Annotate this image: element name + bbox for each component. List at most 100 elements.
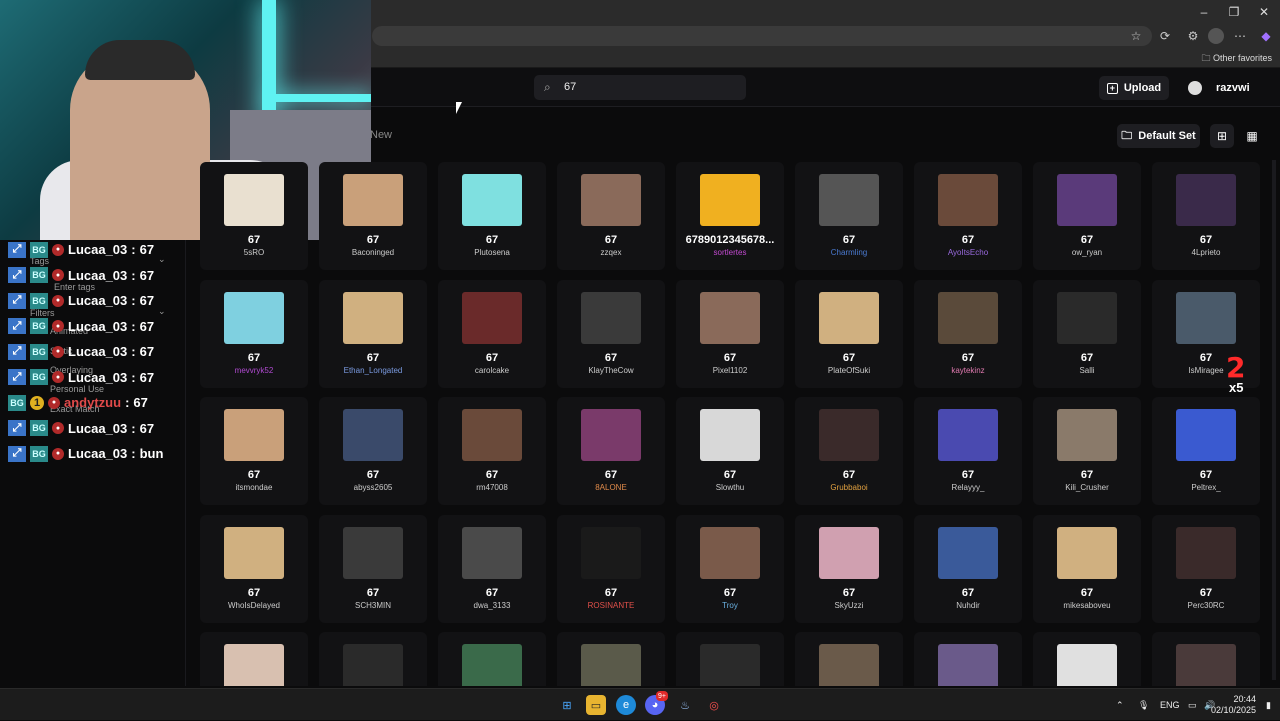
- emote-author[interactable]: Troy: [676, 601, 784, 610]
- emote-author[interactable]: abyss2605: [319, 483, 427, 492]
- tray-chevron-icon[interactable]: ⌃: [1116, 689, 1124, 721]
- emote-card[interactable]: 67 ow_ryan: [1033, 162, 1141, 270]
- emote-card[interactable]: 67 Ethan_Longated: [319, 279, 427, 388]
- emote-card[interactable]: 6789012345678... sortlertes: [676, 162, 784, 270]
- clock[interactable]: 20:44 02/10/2025: [1211, 694, 1256, 716]
- emote-author[interactable]: Grubbaboi: [795, 483, 903, 492]
- emote-card[interactable]: [795, 632, 903, 686]
- emote-card[interactable]: 67 kaytekinz: [914, 279, 1022, 388]
- copilot-icon[interactable]: ◆: [1258, 28, 1274, 44]
- emote-card[interactable]: 67 abyss2605: [319, 397, 427, 505]
- emote-author[interactable]: zzqex: [557, 248, 665, 257]
- microphone-icon[interactable]: 🎙: [1138, 689, 1149, 721]
- grid-view-button[interactable]: ⊞: [1210, 124, 1234, 148]
- steam-icon[interactable]: ♨: [675, 695, 695, 715]
- emote-author[interactable]: Slowthu: [676, 483, 784, 492]
- emote-card[interactable]: [1152, 632, 1260, 686]
- emote-author[interactable]: mikesaboveu: [1033, 601, 1141, 610]
- emote-author[interactable]: Plutosena: [438, 248, 546, 257]
- emote-author[interactable]: Relayyy_: [914, 483, 1022, 492]
- emote-card[interactable]: 67 Relayyy_: [914, 397, 1022, 505]
- emote-author[interactable]: 4Lprieto: [1152, 248, 1260, 257]
- emote-card[interactable]: 67 mikesaboveu: [1033, 514, 1141, 623]
- search-input[interactable]: ⌕ 67: [534, 75, 746, 100]
- emote-card[interactable]: [438, 632, 546, 686]
- url-field[interactable]: [372, 26, 1152, 46]
- emote-card[interactable]: 67 mevvryk52: [200, 279, 308, 388]
- emote-author[interactable]: mevvryk52: [200, 366, 308, 375]
- emote-card[interactable]: 67 Perc30RC: [1152, 514, 1260, 623]
- emote-card[interactable]: 67 Peltrex_: [1152, 397, 1260, 505]
- emote-author[interactable]: PlateOfSuki: [795, 366, 903, 375]
- emote-card[interactable]: 67 WhoIsDelayed: [200, 514, 308, 623]
- emote-card[interactable]: [914, 632, 1022, 686]
- emote-author[interactable]: kaytekinz: [914, 366, 1022, 375]
- emote-author[interactable]: dwa_3133: [438, 601, 546, 610]
- emote-card[interactable]: 67 4Lprieto: [1152, 162, 1260, 270]
- emote-card[interactable]: 67 dwa_3133: [438, 514, 546, 623]
- restore-button[interactable]: ❐: [1218, 0, 1250, 24]
- scrollbar[interactable]: [1272, 160, 1276, 680]
- default-set-button[interactable]: 🗀 Default Set: [1117, 124, 1200, 148]
- dense-grid-view-button[interactable]: ▦: [1240, 124, 1264, 148]
- emote-author[interactable]: Kili_Crusher: [1033, 483, 1141, 492]
- emote-card[interactable]: 67 Plutosena: [438, 162, 546, 270]
- edge-icon[interactable]: e: [616, 695, 636, 715]
- emote-card[interactable]: 67 KlayTheCow: [557, 279, 665, 388]
- emote-card[interactable]: [319, 632, 427, 686]
- refresh-icon[interactable]: ⟳: [1157, 28, 1173, 44]
- emote-card[interactable]: 67 itsmondae: [200, 397, 308, 505]
- emote-author[interactable]: KlayTheCow: [557, 366, 665, 375]
- emote-card[interactable]: 67 carolcake: [438, 279, 546, 388]
- emote-author[interactable]: Nuhdir: [914, 601, 1022, 610]
- emote-card[interactable]: 67 SCH3MIN: [319, 514, 427, 623]
- extensions-icon[interactable]: ⚙: [1185, 28, 1201, 44]
- favorite-star-icon[interactable]: ☆: [1128, 28, 1144, 44]
- emote-author[interactable]: SkyUzzi: [795, 601, 903, 610]
- emote-card[interactable]: 67 AyoItsEcho: [914, 162, 1022, 270]
- emote-author[interactable]: sortlertes: [676, 248, 784, 257]
- emote-card[interactable]: [676, 632, 784, 686]
- app-icon[interactable]: ◎: [704, 695, 724, 715]
- emote-author[interactable]: AyoItsEcho: [914, 248, 1022, 257]
- emote-author[interactable]: SCH3MIN: [319, 601, 427, 610]
- emote-card[interactable]: 67 zzqex: [557, 162, 665, 270]
- emote-card[interactable]: 67 PlateOfSuki: [795, 279, 903, 388]
- start-icon[interactable]: ⊞: [557, 695, 577, 715]
- emote-card[interactable]: 67 ROSINANTE: [557, 514, 665, 623]
- profile-icon[interactable]: [1208, 28, 1224, 44]
- emote-author[interactable]: carolcake: [438, 366, 546, 375]
- emote-card[interactable]: 67 SkyUzzi: [795, 514, 903, 623]
- emote-author[interactable]: Charmling: [795, 248, 903, 257]
- other-favorites-folder[interactable]: 🗀 Other favorites: [1201, 51, 1272, 67]
- emote-card[interactable]: 67 Slowthu: [676, 397, 784, 505]
- emote-author[interactable]: ow_ryan: [1033, 248, 1141, 257]
- emote-author[interactable]: Ethan_Longated: [319, 366, 427, 375]
- close-button[interactable]: ✕: [1248, 0, 1280, 24]
- upload-button[interactable]: + Upload: [1099, 76, 1169, 100]
- more-menu-icon[interactable]: ⋯: [1232, 28, 1248, 44]
- emote-card[interactable]: 67 Troy: [676, 514, 784, 623]
- user-menu[interactable]: razvwi: [1188, 76, 1250, 100]
- emote-card[interactable]: [557, 632, 665, 686]
- emote-author[interactable]: rm47008: [438, 483, 546, 492]
- emote-card[interactable]: 67 Kili_Crusher: [1033, 397, 1141, 505]
- emote-card[interactable]: 67 Charmling: [795, 162, 903, 270]
- emote-card[interactable]: 67 Salli: [1033, 279, 1141, 388]
- minimize-button[interactable]: –: [1188, 0, 1220, 24]
- emote-author[interactable]: Pixel1102: [676, 366, 784, 375]
- emote-card[interactable]: 67 Baconinged: [319, 162, 427, 270]
- emote-card[interactable]: 67 8ALONE: [557, 397, 665, 505]
- emote-card[interactable]: 67 Grubbaboi: [795, 397, 903, 505]
- emote-author[interactable]: Peltrex_: [1152, 483, 1260, 492]
- emote-author[interactable]: Baconinged: [319, 248, 427, 257]
- emote-author[interactable]: Salli: [1033, 366, 1141, 375]
- notifications-icon[interactable]: ▮: [1266, 689, 1271, 721]
- emote-card[interactable]: 67 rm47008: [438, 397, 546, 505]
- emote-author[interactable]: 5sRO: [200, 248, 308, 257]
- emote-author[interactable]: itsmondae: [200, 483, 308, 492]
- emote-card[interactable]: 67 Nuhdir: [914, 514, 1022, 623]
- emote-author[interactable]: ROSINANTE: [557, 601, 665, 610]
- emote-card[interactable]: 67 5sRO: [200, 162, 308, 270]
- emote-card[interactable]: [1033, 632, 1141, 686]
